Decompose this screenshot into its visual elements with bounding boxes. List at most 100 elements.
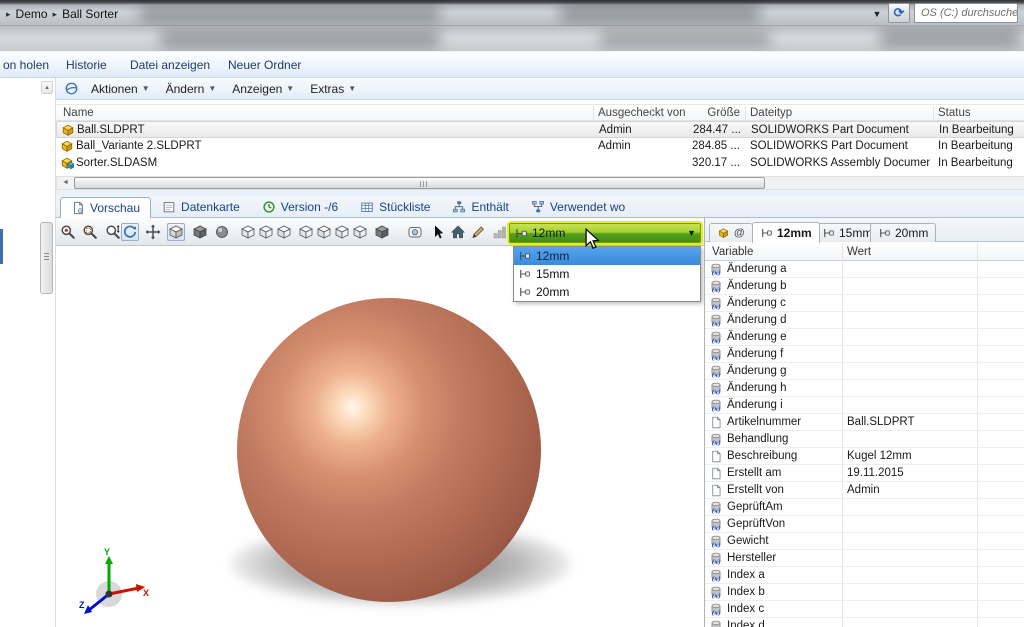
- pan-icon[interactable]: [144, 223, 162, 241]
- variable-row[interactable]: Änderung h: [705, 380, 1024, 397]
- variable-row[interactable]: Artikelnummer Ball.SLDPRT: [705, 414, 1024, 431]
- variable-row[interactable]: Änderung e: [705, 329, 1024, 346]
- variable-row[interactable]: Hersteller: [705, 550, 1024, 567]
- view-isometric-icon[interactable]: [373, 223, 391, 241]
- refresh-button[interactable]: ⟳: [888, 3, 910, 23]
- variable-row[interactable]: Erstellt von Admin: [705, 482, 1024, 499]
- breadcrumb-item-ball-sorter[interactable]: Ball Sorter: [62, 7, 118, 21]
- file-row[interactable]: Sorter.SLDASM 320.17 ... SOLIDWORKS Asse…: [56, 155, 1024, 172]
- menu-aktionen[interactable]: Aktionen▼: [87, 82, 158, 96]
- column-divider[interactable]: [933, 106, 934, 120]
- tab-config-12mm[interactable]: 12mm: [752, 222, 820, 243]
- view-back-icon[interactable]: [257, 223, 275, 241]
- file-list-hscrollbar[interactable]: ◄: [56, 176, 1024, 190]
- variable-row[interactable]: Änderung f: [705, 346, 1024, 363]
- menu-aendern[interactable]: Ändern▼: [162, 82, 225, 96]
- variable-row[interactable]: Gewicht: [705, 533, 1024, 550]
- command-historie[interactable]: Historie: [66, 58, 107, 72]
- dropdown-option[interactable]: 15mm: [514, 265, 700, 283]
- view-bottom-icon[interactable]: [333, 223, 351, 241]
- dropdown-option[interactable]: 12mm: [514, 247, 700, 265]
- search-input[interactable]: OS (C:) durchsuchen: [914, 3, 1018, 23]
- variable-name: Index b: [727, 586, 765, 598]
- section-view-icon[interactable]: [406, 223, 424, 241]
- aero-blur: [560, 4, 760, 22]
- command-datei-anzeigen[interactable]: Datei anzeigen: [130, 58, 210, 72]
- column-header-status[interactable]: Status: [938, 107, 971, 119]
- variable-value: Ball.SLDPRT: [847, 416, 915, 428]
- ball-3d-model[interactable]: [237, 298, 541, 602]
- tab-vorschau[interactable]: Vorschau: [60, 197, 151, 218]
- dropdown-option[interactable]: 20mm: [514, 283, 700, 301]
- variable-row[interactable]: Index d: [705, 618, 1024, 627]
- shaded-icon[interactable]: [191, 223, 209, 241]
- column-divider[interactable]: [745, 106, 746, 120]
- hscrollbar-thumb[interactable]: [74, 177, 765, 189]
- view-dimetric-icon[interactable]: [351, 223, 369, 241]
- view-left-icon[interactable]: [275, 223, 293, 241]
- variable-row[interactable]: Behandlung: [705, 431, 1024, 448]
- tree-scroll-up-button[interactable]: ▲: [41, 81, 53, 94]
- compare-icon[interactable]: [491, 223, 509, 241]
- tab-verwendet-wo[interactable]: Verwendet wo: [520, 196, 636, 217]
- variable-row[interactable]: GeprüftAm: [705, 499, 1024, 516]
- file-type: SOLIDWORKS Assembly Document: [750, 157, 930, 169]
- menu-extras[interactable]: Extras▼: [306, 82, 364, 96]
- variable-row[interactable]: Änderung b: [705, 278, 1024, 295]
- file-row[interactable]: Ball.SLDPRT Admin 284.47 ... SOLIDWORKS …: [56, 121, 1024, 138]
- shaded-with-edges-icon[interactable]: [167, 223, 185, 241]
- tab-datacard-icons[interactable]: @: [709, 223, 753, 242]
- select-cursor-icon[interactable]: [429, 223, 447, 241]
- chevron-down-icon: ▼: [687, 228, 696, 238]
- file-row[interactable]: Ball_Variante 2.SLDPRT Admin 284.85 ... …: [56, 138, 1024, 155]
- file-type: SOLIDWORKS Part Document: [750, 140, 930, 152]
- column-header-dateityp[interactable]: Dateityp: [750, 107, 792, 119]
- tab-enthaelt[interactable]: Enthält: [441, 196, 519, 217]
- variable-row[interactable]: Index a: [705, 567, 1024, 584]
- variable-row[interactable]: Index b: [705, 584, 1024, 601]
- variable-row[interactable]: Änderung a: [705, 261, 1024, 278]
- column-header-variable[interactable]: Variable: [712, 246, 753, 258]
- variable-row[interactable]: Änderung c: [705, 295, 1024, 312]
- pane-splitter-handle[interactable]: [40, 222, 53, 294]
- variable-name: Index a: [727, 569, 765, 581]
- variable-name: Erstellt am: [727, 467, 781, 479]
- home-view-icon[interactable]: [449, 223, 467, 241]
- zoom-inout-icon[interactable]: [104, 223, 122, 241]
- content-area: ▲ Aktionen▼ Ändern▼ Anzeigen▼ Extras▼ Na…: [0, 78, 1024, 627]
- file-size: 320.17 ...: [656, 157, 740, 169]
- configuration-dropdown[interactable]: 12mm ▼: [509, 223, 701, 243]
- rotate-view-icon[interactable]: [121, 223, 139, 241]
- tab-datenkarte[interactable]: Datenkarte: [151, 196, 251, 217]
- menu-anzeigen[interactable]: Anzeigen▼: [228, 82, 302, 96]
- breadcrumb[interactable]: ▸ Demo ▸ Ball Sorter: [6, 6, 118, 22]
- command-version-holen[interactable]: on holen: [3, 58, 49, 72]
- variable-row[interactable]: Erstellt am 19.11.2015: [705, 465, 1024, 482]
- column-header-groesse[interactable]: Größe: [656, 107, 740, 119]
- variable-icon: [709, 433, 723, 446]
- variable-row[interactable]: Änderung d: [705, 312, 1024, 329]
- realview-sphere-icon[interactable]: [213, 223, 231, 241]
- edit-pencil-icon[interactable]: [469, 223, 487, 241]
- column-header-name[interactable]: Name: [63, 107, 94, 119]
- breadcrumb-item-demo[interactable]: Demo: [16, 7, 48, 21]
- scroll-left-arrow-icon[interactable]: ◄: [58, 178, 73, 188]
- tab-config-20mm[interactable]: 20mm: [870, 223, 936, 242]
- zoom-area-icon[interactable]: [81, 223, 99, 241]
- variable-row[interactable]: Index c: [705, 601, 1024, 618]
- variable-row[interactable]: Änderung i: [705, 397, 1024, 414]
- view-right-icon[interactable]: [297, 223, 315, 241]
- variable-row[interactable]: GeprüftVon: [705, 516, 1024, 533]
- view-top-icon[interactable]: [315, 223, 333, 241]
- variable-row[interactable]: Änderung g: [705, 363, 1024, 380]
- variable-row[interactable]: Beschreibung Kugel 12mm: [705, 448, 1024, 465]
- address-dropdown-caret[interactable]: ▼: [868, 7, 886, 21]
- column-divider[interactable]: [593, 106, 594, 120]
- tab-stueckliste[interactable]: Stückliste: [349, 196, 441, 217]
- column-divider[interactable]: [651, 106, 652, 120]
- column-header-wert[interactable]: Wert: [847, 246, 871, 258]
- view-front-icon[interactable]: [239, 223, 257, 241]
- command-neuer-ordner[interactable]: Neuer Ordner: [228, 58, 301, 72]
- tab-version[interactable]: Version -/6: [251, 196, 349, 217]
- zoom-fit-icon[interactable]: [59, 223, 77, 241]
